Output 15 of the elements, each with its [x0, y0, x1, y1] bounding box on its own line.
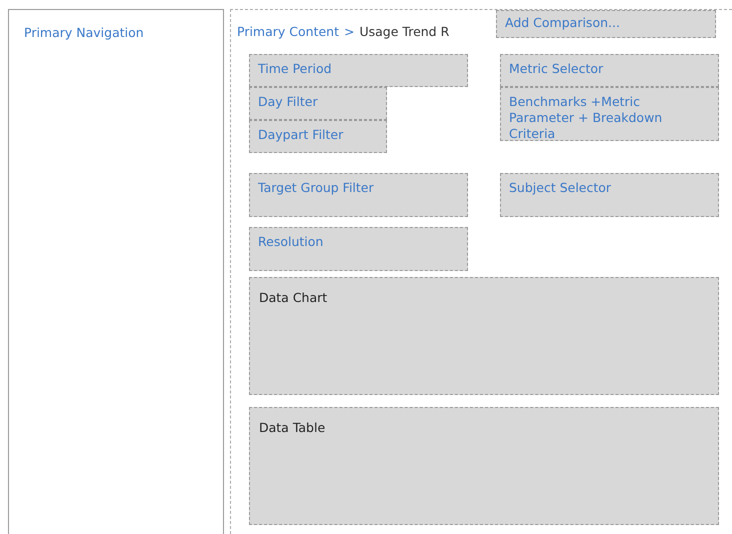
filter-placeholder[interactable]: Subject Selector	[500, 173, 719, 217]
selector-placeholder[interactable]: Metric Selector	[500, 54, 719, 87]
filter-placeholder[interactable]: Time Period	[249, 54, 468, 87]
breadcrumb-separator: >	[344, 24, 354, 41]
breadcrumb-link[interactable]: Primary Content	[237, 24, 339, 46]
add-comparison-link[interactable]: Add Comparison...	[496, 10, 716, 38]
filter-placeholder[interactable]: Daypart Filter	[249, 120, 387, 153]
navigation-title: Primary Navigation	[24, 25, 144, 40]
table-label: Data Table	[259, 420, 326, 435]
breadcrumb-current: Usage Trend R	[359, 24, 450, 41]
resolution-placeholder[interactable]: Resolution	[249, 227, 468, 271]
selector-placeholder[interactable]: Benchmarks +Metric Parameter + Breakdown Criteria	[500, 87, 719, 141]
filter-placeholder[interactable]: Day Filter	[249, 87, 387, 120]
filter-placeholder[interactable]: Target Group Filter	[249, 173, 468, 217]
chart-label: Data Chart	[259, 290, 328, 305]
